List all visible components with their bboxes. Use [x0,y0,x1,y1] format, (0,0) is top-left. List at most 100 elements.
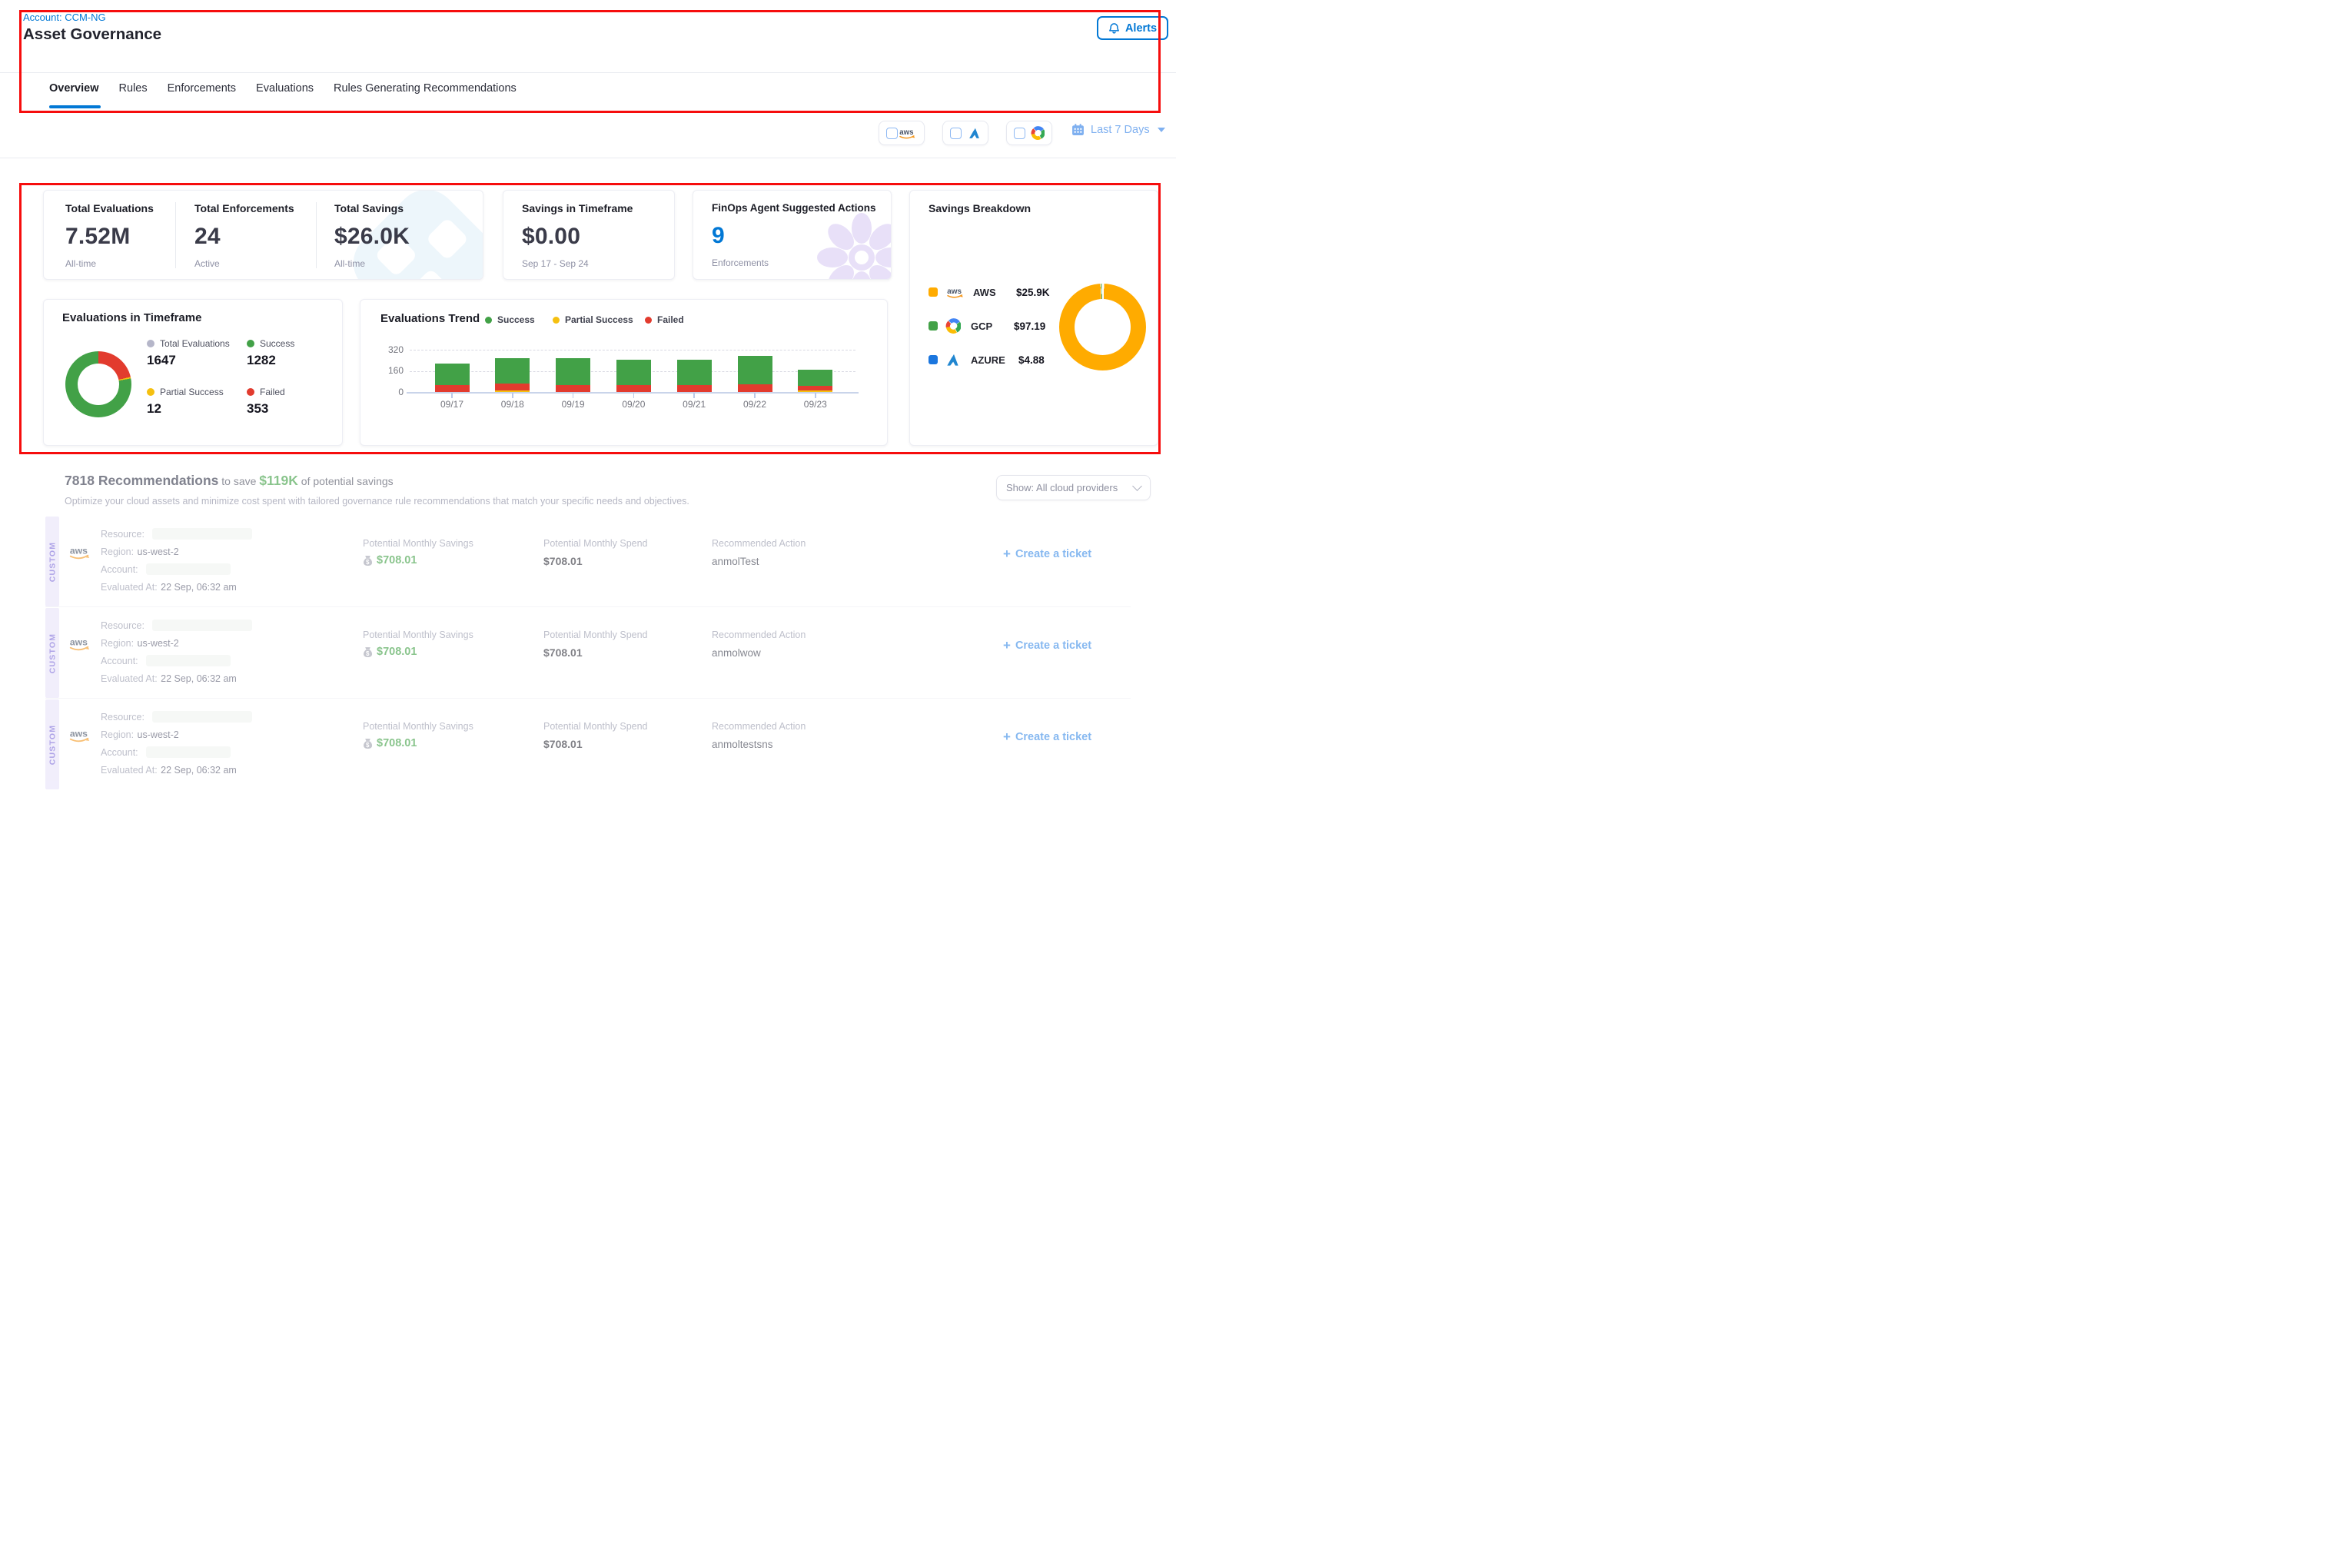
legend-item-gcp: GCP $97.19 [929,318,1045,334]
provider-value: $25.9K [1016,287,1050,298]
savings-breakdown-card: Savings Breakdown aws AWS $25.9K GCP $97… [909,190,1158,446]
money-bag-icon: $ [363,646,373,658]
recommendation-row: CUSTOM aws Resource: Region: us-west-2 A… [0,608,1176,698]
svg-text:aws: aws [70,545,88,556]
action-value: anmoltestsns [712,739,773,750]
tab-rules-generating-recommendations[interactable]: Rules Generating Recommendations [334,82,517,95]
tab-evaluations[interactable]: Evaluations [256,82,314,95]
stat-value: 24 [194,224,294,250]
aws-logo-icon: aws [68,636,92,652]
gcp-logo-icon [945,318,961,334]
stat-caption: All-time [65,258,154,269]
plus-icon: + [1003,638,1011,653]
redacted-resource [152,711,252,723]
aws-logo-icon: aws [68,727,92,743]
calendar-icon [1071,123,1085,136]
summary-stats-card: Total Evaluations 7.52M All-time Total E… [43,190,483,280]
tab-enforcements[interactable]: Enforcements [168,82,236,95]
legend-item-failed: Failed [247,387,285,397]
svg-text:aws: aws [947,287,962,296]
provider-name: AWS [973,287,1008,298]
redacted-account [146,746,231,758]
redacted-account [146,563,231,575]
success-dot [247,340,254,347]
trend-bars [413,350,855,392]
aws-checkbox[interactable] [886,128,898,139]
tab-rules[interactable]: Rules [119,82,148,95]
plus-icon: + [1003,546,1011,562]
evaluated-line: Evaluated At: 22 Sep, 06:32 am [101,580,237,594]
legend-label: Total Evaluations [160,338,230,349]
provider-value: $4.88 [1018,354,1045,366]
gcp-checkbox[interactable] [1014,128,1025,139]
aws-logo-icon: aws [68,544,92,560]
tab-overview[interactable]: Overview [49,82,99,95]
legend-value: 12 [147,401,161,417]
savings-timeframe-card: Savings in Timeframe $0.00 Sep 17 - Sep … [503,190,675,280]
stat-title: Total Savings [334,202,410,214]
azure-logo-icon [945,353,960,367]
stat-caption: Enforcements [712,257,876,268]
gcp-swatch [929,321,938,331]
filter-chip-azure[interactable] [942,121,988,145]
svg-text:$: $ [366,559,370,566]
date-range-picker[interactable]: Last 7 Days [1071,123,1165,136]
page-title: Asset Governance [23,25,161,44]
legend-item-success: Success [247,338,294,349]
chart-title: Evaluations Trend [380,312,480,325]
recommendations-count-word: Recommendations [98,473,219,488]
spend-value: $708.01 [543,646,583,659]
aws-swatch [929,287,938,297]
date-range-label: Last 7 Days [1091,124,1150,136]
account-line: Account: [101,746,231,759]
legend-value: 1647 [147,353,176,368]
legend-value: 1282 [247,353,276,368]
create-ticket-button[interactable]: + Create a ticket [1003,729,1091,745]
azure-checkbox[interactable] [950,128,962,139]
stat-value: $26.0K [334,224,410,250]
cloud-provider-filter-dropdown[interactable]: Show: All cloud providers [996,475,1151,500]
filter-chip-aws[interactable]: aws [879,121,925,145]
alerts-label: Alerts [1125,22,1157,35]
filter-chip-gcp[interactable] [1006,121,1052,145]
savings-breakdown-donut [1059,284,1146,370]
savings-amount: $119K [259,473,298,488]
aws-logo-icon: aws [945,286,965,299]
stat-caption: Active [194,258,294,269]
header-divider [0,72,1176,73]
plus-icon: + [1003,729,1011,745]
evaluations-timeframe-card: Evaluations in Timeframe Total Evaluatio… [43,299,343,446]
failed-dot [247,388,254,396]
provider-name: GCP [971,321,1006,332]
region-line: Region: us-west-2 [101,636,179,650]
account-breadcrumb[interactable]: Account: CCM-NG [23,12,106,23]
svg-text:aws: aws [70,636,88,647]
trend-axis-ticks [413,393,855,399]
recommendations-subtitle: Optimize your cloud assets and minimize … [65,496,689,507]
stat-value: $0.00 [522,224,633,250]
svg-text:$: $ [366,742,370,749]
card-title: Savings Breakdown [929,202,1031,214]
legend-item-aws: aws AWS $25.9K [929,284,1050,300]
svg-text:aws: aws [899,128,913,136]
legend-label: Success [260,338,294,349]
legend-item-azure: AZURE $4.88 [929,352,1045,367]
success-dot [485,317,492,324]
evaluations-trend-card: Evaluations Trend Success Partial Succes… [360,299,888,446]
total-dot [147,340,154,347]
create-ticket-button[interactable]: + Create a ticket [1003,546,1091,562]
stat-title: Savings in Timeframe [522,202,633,214]
caret-down-icon [1158,128,1165,132]
savings-value: $ $708.01 [363,554,417,566]
custom-tag: CUSTOM [45,517,59,606]
resource-line: Resource: [101,619,252,633]
savings-label: Potential Monthly Savings [363,721,473,732]
alerts-button[interactable]: Alerts [1097,16,1168,40]
recommendation-row: CUSTOM aws Resource: Region: us-west-2 A… [0,517,1176,606]
card-title: Evaluations in Timeframe [62,311,201,324]
tab-bar: Overview Rules Enforcements Evaluations … [49,82,517,95]
savings-value: $ $708.01 [363,646,417,658]
create-ticket-button[interactable]: + Create a ticket [1003,638,1091,653]
save-text: to save [221,475,256,487]
trend-legend-success: Success [485,314,535,325]
